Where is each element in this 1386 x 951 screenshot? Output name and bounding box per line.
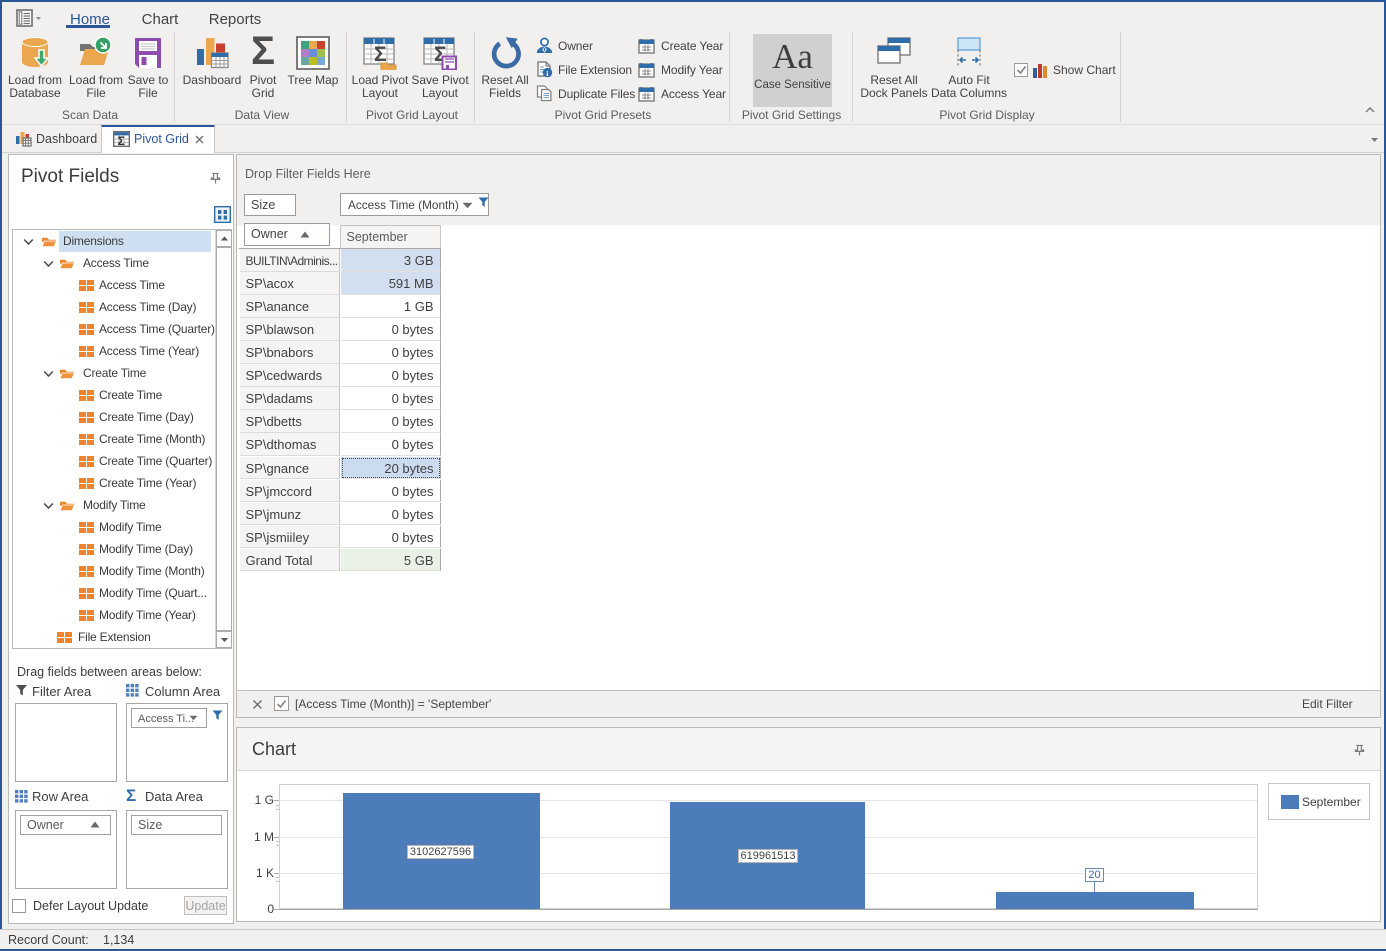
svg-text:i: i: [546, 69, 548, 78]
svg-text:Σ: Σ: [374, 43, 387, 66]
svg-text:Σ: Σ: [118, 134, 125, 147]
